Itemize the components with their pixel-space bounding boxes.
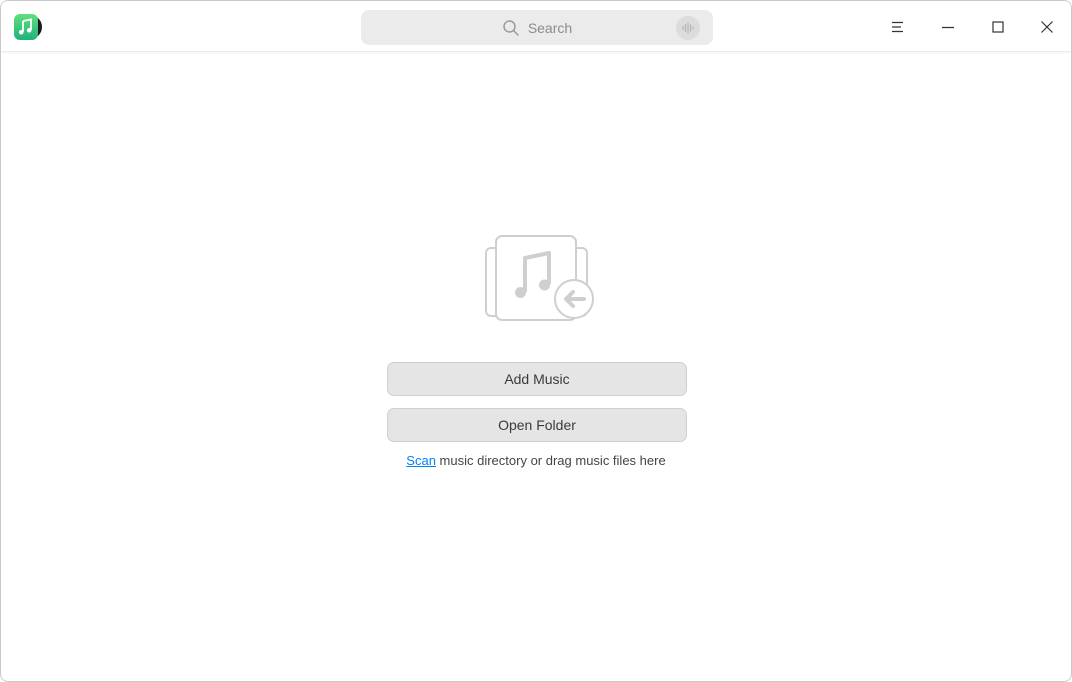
music-app-window: Search Add Music Open Folder Scan music … (0, 0, 1072, 682)
empty-state-hint: Scan music directory or drag music files… (1, 453, 1071, 468)
minimize-button[interactable] (923, 1, 973, 52)
scan-link[interactable]: Scan (406, 453, 436, 468)
search-icon (503, 19, 519, 36)
open-folder-button[interactable]: Open Folder (387, 408, 687, 442)
search-input[interactable]: Search (361, 10, 713, 45)
import-music-icon (485, 235, 594, 321)
maximize-icon (992, 20, 1004, 33)
search-placeholder: Search (527, 19, 573, 36)
hint-text: music directory or drag music files here (435, 453, 666, 468)
close-button[interactable] (1022, 1, 1071, 52)
microphone-icon (682, 22, 694, 34)
menu-button[interactable] (873, 1, 923, 52)
add-music-button[interactable]: Add Music (387, 362, 687, 396)
music-note-icon[interactable] (13, 13, 42, 41)
close-icon (1041, 20, 1053, 33)
menu-icon (892, 21, 903, 32)
empty-state: Add Music Open Folder Scan music directo… (1, 53, 1071, 681)
minimize-icon (942, 26, 954, 28)
titlebar: Search (1, 1, 1071, 52)
maximize-button[interactable] (973, 1, 1023, 52)
voice-search-button[interactable] (676, 16, 700, 40)
